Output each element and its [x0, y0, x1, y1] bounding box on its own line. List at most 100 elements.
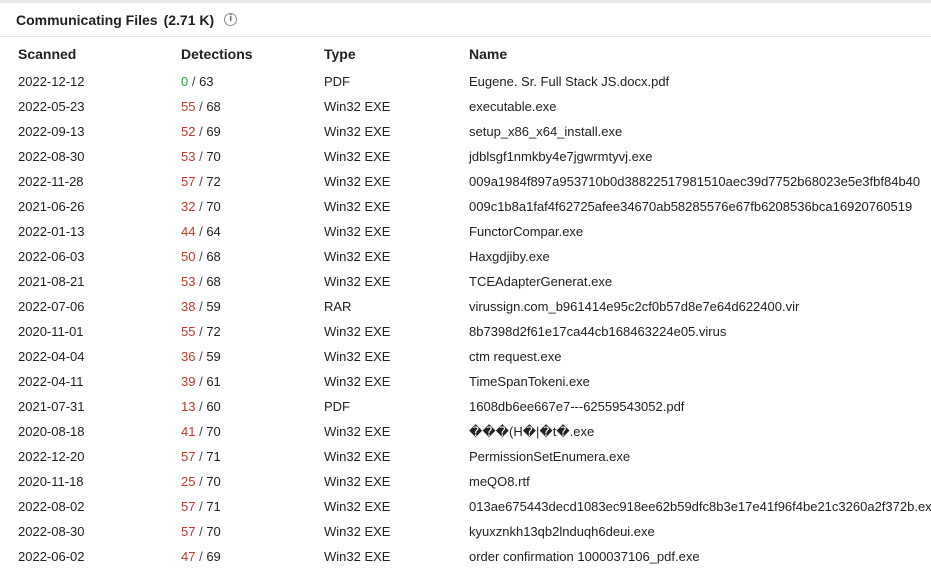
column-header-type[interactable]: Type — [324, 39, 469, 69]
scanned-date: 2022-08-30 — [18, 524, 85, 539]
table-row[interactable]: 2020-11-01 55 / 72 Win32 EXE 8b7398d2f61e17… — [0, 319, 931, 344]
file-type: Win32 EXE — [324, 499, 391, 514]
file-name-link[interactable]: meQO8.rtf — [469, 469, 931, 494]
file-name-link[interactable]: virussign.com_b961414e95c2cf0b57d8e7e64d… — [469, 294, 931, 319]
table-row[interactable]: 2022-06-03 50 / 68 Win32 EXE Haxgdjiby.exe — [0, 244, 931, 269]
detections-total: 70 — [206, 474, 221, 489]
scanned-date: 2022-06-03 — [18, 249, 85, 264]
detections-total: 60 — [206, 399, 221, 414]
detections-cell: 57 / 72 — [181, 169, 324, 194]
file-name-link[interactable]: 009a1984f897a953710b0d38822517981510aec3… — [469, 169, 931, 194]
file-name-link[interactable]: FunctorCompar.exe — [469, 219, 931, 244]
table-row[interactable]: 2021-06-26 32 / 70 Win32 EXE 009c1b8a1faf4f… — [0, 194, 931, 219]
detections-total: 61 — [206, 374, 221, 389]
detections-positives: 41 — [181, 424, 196, 439]
column-header-detections[interactable]: Detections — [181, 39, 324, 69]
table-row[interactable]: 2022-04-04 36 / 59 Win32 EXE ctm request.ex… — [0, 344, 931, 369]
file-name-link[interactable]: ���(H�|�t�.exe — [469, 419, 931, 444]
file-type: Win32 EXE — [324, 324, 391, 339]
file-name-link[interactable]: TCEAdapterGenerat.exe — [469, 269, 931, 294]
file-name-link[interactable]: Eugene. Sr. Full Stack JS.docx.pdf — [469, 69, 931, 94]
table-row[interactable]: 2020-08-18 41 / 70 Win32 EXE ���(H�|�t�.exe — [0, 419, 931, 444]
file-name-link[interactable]: setup_x86_x64_install.exe — [469, 119, 931, 144]
file-name-link[interactable]: 1608db6ee667e7---62559543052.pdf — [469, 394, 931, 419]
file-name-link[interactable]: PermissionSetEnumera.exe — [469, 444, 931, 469]
detections-total: 63 — [199, 74, 214, 89]
detections-positives: 55 — [181, 324, 196, 339]
detections-positives: 32 — [181, 199, 196, 214]
detections-separator: / — [195, 349, 207, 364]
column-header-name[interactable]: Name — [469, 39, 931, 69]
file-name-link[interactable]: 009c1b8a1faf4f62725afee34670ab58285576e6… — [469, 194, 931, 219]
table-row[interactable]: 2022-06-02 47 / 69 Win32 EXE order confirma… — [0, 544, 931, 569]
detections-cell: 50 / 68 — [181, 244, 324, 269]
file-name-link[interactable]: kyuxznkh13qb2lnduqh6deui.exe — [469, 519, 931, 544]
file-type: Win32 EXE — [324, 224, 391, 239]
file-name-link[interactable]: Haxgdjiby.exe — [469, 244, 931, 269]
info-icon[interactable]: i — [224, 13, 238, 26]
column-header-scanned[interactable]: Scanned — [0, 39, 181, 69]
detections-total: 72 — [206, 324, 221, 339]
detections-total: 70 — [206, 524, 221, 539]
file-type: Win32 EXE — [324, 199, 391, 214]
detections-cell: 57 / 70 — [181, 519, 324, 544]
table-row[interactable]: 2022-12-20 57 / 71 Win32 EXE PermissionSetE… — [0, 444, 931, 469]
detections-separator: / — [195, 474, 207, 489]
file-type: Win32 EXE — [324, 374, 391, 389]
table-row[interactable]: 2022-08-30 57 / 70 Win32 EXE kyuxznkh13qb2l… — [0, 519, 931, 544]
file-name-link[interactable]: order confirmation 1000037106_pdf.exe — [469, 544, 931, 569]
table-row[interactable]: 2022-04-11 39 / 61 Win32 EXE TimeSpanTokeni… — [0, 369, 931, 394]
table-row[interactable]: 2022-07-06 38 / 59 RAR virussign.com_b96141… — [0, 294, 931, 319]
file-name-link[interactable]: TimeSpanTokeni.exe — [469, 369, 931, 394]
section-header: Communicating Files (2.71 K) i — [0, 3, 931, 37]
detections-separator: / — [195, 399, 207, 414]
detections-cell: 38 / 59 — [181, 294, 324, 319]
detections-cell: 57 / 71 — [181, 494, 324, 519]
detections-separator: / — [195, 299, 207, 314]
file-type: Win32 EXE — [324, 349, 391, 364]
scanned-date: 2022-12-12 — [18, 74, 85, 89]
table-row[interactable]: 2022-11-28 57 / 72 Win32 EXE 009a1984f897a9… — [0, 169, 931, 194]
file-type: Win32 EXE — [324, 124, 391, 139]
section-title: Communicating Files — [16, 11, 158, 28]
table-row[interactable]: 2020-11-18 25 / 70 Win32 EXE meQO8.rtf — [0, 469, 931, 494]
table-row[interactable]: 2022-08-30 53 / 70 Win32 EXE jdblsgf1nmkby4… — [0, 144, 931, 169]
file-name-link[interactable]: ctm request.exe — [469, 344, 931, 369]
detections-positives: 39 — [181, 374, 196, 389]
table-row[interactable]: 2022-09-13 52 / 69 Win32 EXE setup_x86_x64_… — [0, 119, 931, 144]
scanned-date: 2022-07-06 — [18, 299, 85, 314]
detections-positives: 57 — [181, 174, 196, 189]
detections-total: 70 — [206, 199, 221, 214]
file-type: Win32 EXE — [324, 99, 391, 114]
table-row[interactable]: 2022-12-12 0 / 63 PDF Eugene. Sr. Full Stac… — [0, 69, 931, 94]
file-name-link[interactable]: 013ae675443decd1083ec918ee62b59dfc8b3e17… — [469, 494, 931, 519]
table-row[interactable]: 2022-05-23 55 / 68 Win32 EXE executable.exe — [0, 94, 931, 119]
detections-separator: / — [195, 99, 207, 114]
detections-cell: 39 / 61 — [181, 369, 324, 394]
detections-cell: 0 / 63 — [181, 69, 324, 94]
file-type: Win32 EXE — [324, 549, 391, 564]
detections-positives: 57 — [181, 499, 196, 514]
detections-total: 71 — [206, 449, 221, 464]
table-row[interactable]: 2022-01-13 44 / 64 Win32 EXE FunctorCompar.… — [0, 219, 931, 244]
detections-cell: 53 / 70 — [181, 144, 324, 169]
scanned-date: 2022-12-20 — [18, 449, 85, 464]
file-type: PDF — [324, 399, 350, 414]
scanned-date: 2022-09-13 — [18, 124, 85, 139]
scanned-date: 2020-08-18 — [18, 424, 85, 439]
file-type: Win32 EXE — [324, 149, 391, 164]
detections-total: 69 — [206, 124, 221, 139]
detections-separator: / — [195, 149, 207, 164]
detections-separator: / — [195, 274, 207, 289]
scanned-date: 2022-08-30 — [18, 149, 85, 164]
file-name-link[interactable]: 8b7398d2f61e17ca44cb168463224e05.virus — [469, 319, 931, 344]
table-row[interactable]: 2021-08-21 53 / 68 Win32 EXE TCEAdapterGene… — [0, 269, 931, 294]
detections-cell: 55 / 68 — [181, 94, 324, 119]
file-name-link[interactable]: jdblsgf1nmkby4e7jgwrmtyvj.exe — [469, 144, 931, 169]
detections-cell: 57 / 71 — [181, 444, 324, 469]
table-row[interactable]: 2022-08-02 57 / 71 Win32 EXE 013ae675443dec… — [0, 494, 931, 519]
detections-separator: / — [195, 224, 207, 239]
file-name-link[interactable]: executable.exe — [469, 94, 931, 119]
table-row[interactable]: 2021-07-31 13 / 60 PDF 1608db6ee667e7---625… — [0, 394, 931, 419]
detections-positives: 38 — [181, 299, 196, 314]
